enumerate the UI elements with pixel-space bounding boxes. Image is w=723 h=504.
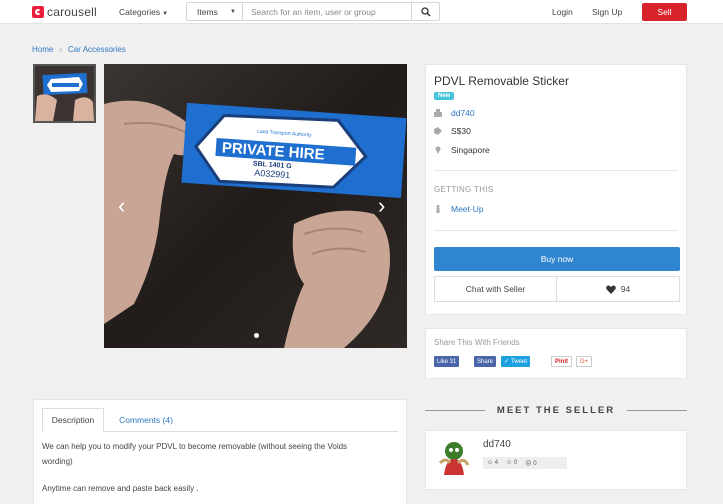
pinterest-button[interactable]: Pinit <box>551 356 572 367</box>
breadcrumb-category[interactable]: Car Accessories <box>68 45 126 54</box>
price-row: S$30 <box>434 126 471 136</box>
buy-now-button[interactable]: Buy now <box>434 247 680 271</box>
breadcrumb-separator: › <box>59 45 63 54</box>
sell-button[interactable]: Sell <box>642 3 687 21</box>
photo-thumbnail[interactable] <box>33 64 96 123</box>
previous-photo-arrow-icon[interactable]: ‹ <box>118 195 125 217</box>
heading-rule <box>425 410 485 411</box>
seller-link[interactable]: dd740 <box>451 108 475 118</box>
carousell-logo[interactable]: carousell <box>32 5 97 19</box>
seller-review-stats: ☺ 4 ☺ 0 ☹ 0 <box>483 457 567 469</box>
listing-details-card: PDVL Removable Sticker New dd740 S$30 Si… <box>425 64 687 315</box>
location-pin-icon <box>435 146 441 154</box>
seller-card: dd740 ☺ 4 ☺ 0 ☹ 0 <box>425 430 687 490</box>
seller-name[interactable]: dd740 <box>483 439 511 450</box>
price-value: S$30 <box>451 126 471 136</box>
signup-link[interactable]: Sign Up <box>592 7 622 17</box>
user-icon <box>434 109 442 117</box>
breadcrumb: Home › Car Accessories <box>32 45 126 54</box>
details-divider <box>434 170 678 171</box>
search-button[interactable] <box>411 3 439 20</box>
tab-comments[interactable]: Comments (4) <box>112 408 180 432</box>
person-icon <box>436 205 440 213</box>
condition-badge: New <box>434 92 455 100</box>
price-tag-icon <box>434 127 442 135</box>
description-line: wording) <box>42 457 73 466</box>
location-value: Singapore <box>451 145 490 155</box>
tab-description[interactable]: Description <box>42 408 104 432</box>
photo-pager-dot[interactable] <box>254 333 259 338</box>
categories-label: Categories <box>119 7 161 17</box>
like-count: 94 <box>620 284 631 294</box>
share-card: Share This With Friends Like 31 Share ✓ T… <box>425 328 687 379</box>
categories-menu[interactable]: Categories ▼ <box>119 7 168 17</box>
meet-the-seller-title: MEET THE SELLER <box>496 405 616 416</box>
tweet-label: Tweet <box>511 358 528 365</box>
main-product-photo: Land Transport Authority PRIVATE HIRE SB… <box>104 64 407 348</box>
getting-this-label: GETTING THIS <box>434 185 494 194</box>
breadcrumb-home[interactable]: Home <box>32 45 53 54</box>
location-row: Singapore <box>434 145 490 155</box>
carousell-logo-icon <box>32 6 44 18</box>
heading-rule <box>627 410 687 411</box>
positive-review-count: ☺ 4 <box>487 460 499 466</box>
google-plus-button[interactable]: G+ <box>576 356 593 367</box>
meetup-row: Meet-Up <box>434 204 484 214</box>
description-line: Anytime can remove and paste back easily… <box>42 484 199 493</box>
seller-avatar[interactable] <box>434 437 474 477</box>
meet-the-seller-heading: MEET THE SELLER <box>425 405 687 416</box>
search-scope-select[interactable]: Items ▼ <box>187 3 243 20</box>
description-card: Description Comments (4) We can help you… <box>33 399 407 504</box>
getting-divider <box>434 230 678 231</box>
seller-row: dd740 <box>434 108 475 118</box>
facebook-like-label: Like 31 <box>437 358 457 365</box>
tweet-button[interactable]: ✓ Tweet <box>501 356 531 367</box>
caret-down-icon: ▼ <box>162 11 169 17</box>
share-title: Share This With Friends <box>434 338 520 347</box>
description-line: We can help you to modify your PDVL to b… <box>42 442 348 451</box>
search-input[interactable] <box>243 3 411 20</box>
like-button[interactable]: 94 <box>557 276 680 302</box>
top-navigation-bar: carousell Categories▼ Items ▼ Login Sign… <box>0 0 723 24</box>
search-icon <box>420 6 430 16</box>
chat-with-seller-button[interactable]: Chat with Seller <box>434 276 557 302</box>
search-scope-label: Items <box>197 6 218 17</box>
next-photo-arrow-icon[interactable]: › <box>378 195 385 217</box>
twitter-icon: ✓ <box>504 359 510 365</box>
negative-review-count: ☹ 0 <box>525 460 537 467</box>
caret-down-icon: ▼ <box>230 8 236 15</box>
meetup-link[interactable]: Meet-Up <box>451 204 484 214</box>
listing-title: PDVL Removable Sticker <box>434 74 569 88</box>
neutral-review-count: ☺ 0 <box>506 460 518 466</box>
search-bar: Items ▼ <box>186 2 440 21</box>
heart-icon <box>605 284 616 294</box>
login-link[interactable]: Login <box>552 7 573 17</box>
logo-text: carousell <box>47 5 97 19</box>
facebook-share-button[interactable]: Share <box>474 356 497 367</box>
facebook-like-button[interactable]: Like 31 <box>434 356 460 367</box>
